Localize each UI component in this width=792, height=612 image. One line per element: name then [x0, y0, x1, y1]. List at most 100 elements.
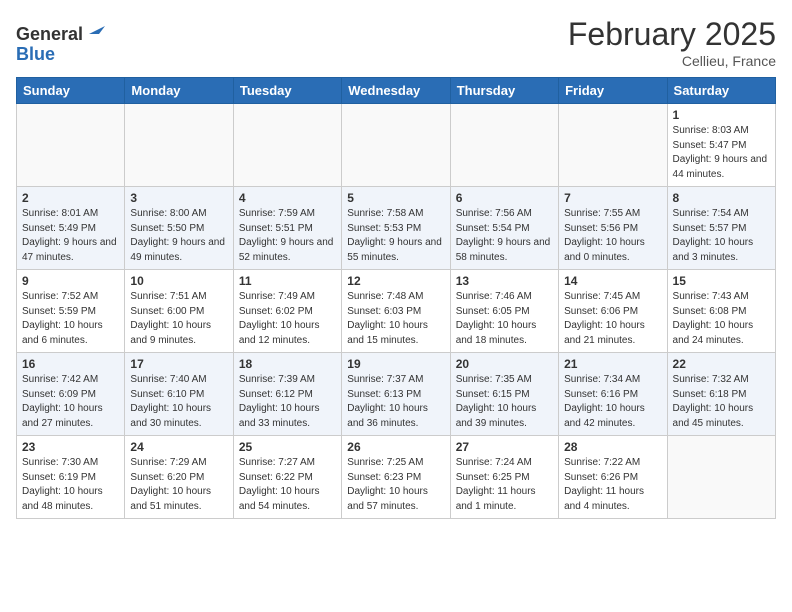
- calendar-day-cell: 17 Sunrise: 7:40 AM Sunset: 6:10 PM Dayli…: [125, 353, 233, 436]
- calendar-table: SundayMondayTuesdayWednesdayThursdayFrid…: [16, 77, 776, 519]
- day-number: 6: [456, 191, 553, 205]
- day-info: Sunrise: 7:55 AM Sunset: 5:56 PM Dayligh…: [564, 207, 661, 265]
- calendar-day-cell: 10Sunrise: 7:51 AM Sunset: 6:00 PM Dayli…: [125, 270, 233, 353]
- day-number: 2: [22, 191, 119, 205]
- day-info: Sunrise: 7:34 AM Sunset: 6:16 PM Dayligh…: [564, 373, 661, 431]
- day-number: 20: [456, 357, 553, 371]
- day-number: 27: [456, 440, 553, 454]
- day-number: 17: [130, 357, 227, 371]
- calendar-day-cell: [559, 104, 667, 187]
- calendar-day-cell: 4 Sunrise: 7:59 AM Sunset: 5:51 PM Daylig…: [233, 187, 341, 270]
- calendar-day-cell: 13 Sunrise: 7:46 AM Sunset: 6:05 PM Dayli…: [450, 270, 558, 353]
- calendar-day-cell: [125, 104, 233, 187]
- day-number: 9: [22, 274, 119, 288]
- calendar-day-cell: [233, 104, 341, 187]
- calendar-day-cell: 16 Sunrise: 7:42 AM Sunset: 6:09 PM Dayli…: [17, 353, 125, 436]
- title-block: February 2025 Cellieu, France: [568, 16, 776, 69]
- calendar-day-cell: 23 Sunrise: 7:30 AM Sunset: 6:19 PM Dayli…: [17, 436, 125, 519]
- day-number: 28: [564, 440, 661, 454]
- day-info: Sunrise: 7:35 AM Sunset: 6:15 PM Dayligh…: [456, 373, 553, 431]
- day-info: Sunrise: 7:54 AM Sunset: 5:57 PM Dayligh…: [673, 207, 770, 265]
- calendar-day-cell: 12 Sunrise: 7:48 AM Sunset: 6:03 PM Dayli…: [342, 270, 450, 353]
- day-info: Sunrise: 7:39 AM Sunset: 6:12 PM Dayligh…: [239, 373, 336, 431]
- day-info: Sunrise: 7:37 AM Sunset: 6:13 PM Dayligh…: [347, 373, 444, 431]
- day-number: 12: [347, 274, 444, 288]
- calendar-day-cell: 28 Sunrise: 7:22 AM Sunset: 6:26 PM Dayli…: [559, 436, 667, 519]
- month-title: February 2025: [568, 16, 776, 53]
- day-number: 15: [673, 274, 770, 288]
- day-number: 3: [130, 191, 227, 205]
- day-number: 22: [673, 357, 770, 371]
- day-info: Sunrise: 7:22 AM Sunset: 6:26 PM Dayligh…: [564, 456, 661, 514]
- day-info: Sunrise: 7:46 AM Sunset: 6:05 PM Dayligh…: [456, 290, 553, 348]
- day-number: 5: [347, 191, 444, 205]
- day-info: Sunrise: 7:29 AM Sunset: 6:20 PM Dayligh…: [130, 456, 227, 514]
- calendar-day-cell: 8 Sunrise: 7:54 AM Sunset: 5:57 PM Daylig…: [667, 187, 775, 270]
- day-info: Sunrise: 8:01 AM Sunset: 5:49 PM Dayligh…: [22, 207, 119, 265]
- day-info: Sunrise: 7:56 AM Sunset: 5:54 PM Dayligh…: [456, 207, 553, 265]
- calendar-week-row: 9 Sunrise: 7:52 AM Sunset: 5:59 PM Daylig…: [17, 270, 776, 353]
- day-info: Sunrise: 7:27 AM Sunset: 6:22 PM Dayligh…: [239, 456, 336, 514]
- weekday-header: Saturday: [667, 78, 775, 104]
- day-number: 25: [239, 440, 336, 454]
- calendar-day-cell: 20 Sunrise: 7:35 AM Sunset: 6:15 PM Dayli…: [450, 353, 558, 436]
- logo: General Blue: [16, 16, 109, 65]
- day-info: Sunrise: 7:52 AM Sunset: 5:59 PM Dayligh…: [22, 290, 119, 348]
- day-info: Sunrise: 7:51 AM Sunset: 6:00 PM Dayligh…: [130, 290, 227, 348]
- calendar-day-cell: 5Sunrise: 7:58 AM Sunset: 5:53 PM Daylig…: [342, 187, 450, 270]
- logo-icon: [85, 16, 109, 40]
- calendar-day-cell: 26Sunrise: 7:25 AM Sunset: 6:23 PM Dayli…: [342, 436, 450, 519]
- calendar-day-cell: 14 Sunrise: 7:45 AM Sunset: 6:06 PM Dayli…: [559, 270, 667, 353]
- logo-blue: Blue: [16, 44, 55, 64]
- calendar-week-row: 1 Sunrise: 8:03 AM Sunset: 5:47 PM Daylig…: [17, 104, 776, 187]
- calendar-day-cell: [17, 104, 125, 187]
- day-number: 7: [564, 191, 661, 205]
- day-info: Sunrise: 7:32 AM Sunset: 6:18 PM Dayligh…: [673, 373, 770, 431]
- calendar-day-cell: 11 Sunrise: 7:49 AM Sunset: 6:02 PM Dayli…: [233, 270, 341, 353]
- calendar-day-cell: 1 Sunrise: 8:03 AM Sunset: 5:47 PM Daylig…: [667, 104, 775, 187]
- day-number: 11: [239, 274, 336, 288]
- day-info: Sunrise: 7:59 AM Sunset: 5:51 PM Dayligh…: [239, 207, 336, 265]
- day-number: 21: [564, 357, 661, 371]
- day-number: 16: [22, 357, 119, 371]
- weekday-header-row: SundayMondayTuesdayWednesdayThursdayFrid…: [17, 78, 776, 104]
- calendar-day-cell: 21 Sunrise: 7:34 AM Sunset: 6:16 PM Dayli…: [559, 353, 667, 436]
- day-number: 26: [347, 440, 444, 454]
- weekday-header: Wednesday: [342, 78, 450, 104]
- day-info: Sunrise: 7:42 AM Sunset: 6:09 PM Dayligh…: [22, 373, 119, 431]
- calendar-day-cell: 6 Sunrise: 7:56 AM Sunset: 5:54 PM Daylig…: [450, 187, 558, 270]
- day-number: 8: [673, 191, 770, 205]
- calendar-day-cell: 7 Sunrise: 7:55 AM Sunset: 5:56 PM Daylig…: [559, 187, 667, 270]
- day-number: 1: [673, 108, 770, 122]
- day-number: 13: [456, 274, 553, 288]
- day-info: Sunrise: 7:45 AM Sunset: 6:06 PM Dayligh…: [564, 290, 661, 348]
- calendar-day-cell: 9 Sunrise: 7:52 AM Sunset: 5:59 PM Daylig…: [17, 270, 125, 353]
- day-info: Sunrise: 7:48 AM Sunset: 6:03 PM Dayligh…: [347, 290, 444, 348]
- location: Cellieu, France: [568, 53, 776, 69]
- calendar-week-row: 16 Sunrise: 7:42 AM Sunset: 6:09 PM Dayli…: [17, 353, 776, 436]
- calendar-day-cell: [667, 436, 775, 519]
- day-info: Sunrise: 8:03 AM Sunset: 5:47 PM Dayligh…: [673, 124, 770, 182]
- calendar-week-row: 23 Sunrise: 7:30 AM Sunset: 6:19 PM Dayli…: [17, 436, 776, 519]
- calendar-day-cell: 3Sunrise: 8:00 AM Sunset: 5:50 PM Daylig…: [125, 187, 233, 270]
- day-number: 4: [239, 191, 336, 205]
- calendar-day-cell: [450, 104, 558, 187]
- day-number: 14: [564, 274, 661, 288]
- weekday-header: Tuesday: [233, 78, 341, 104]
- calendar-day-cell: 24 Sunrise: 7:29 AM Sunset: 6:20 PM Dayli…: [125, 436, 233, 519]
- calendar-day-cell: 15Sunrise: 7:43 AM Sunset: 6:08 PM Dayli…: [667, 270, 775, 353]
- day-number: 18: [239, 357, 336, 371]
- weekday-header: Sunday: [17, 78, 125, 104]
- logo-general: General: [16, 24, 83, 44]
- day-info: Sunrise: 7:24 AM Sunset: 6:25 PM Dayligh…: [456, 456, 553, 514]
- calendar-day-cell: 2 Sunrise: 8:01 AM Sunset: 5:49 PM Daylig…: [17, 187, 125, 270]
- weekday-header: Thursday: [450, 78, 558, 104]
- calendar-day-cell: 25 Sunrise: 7:27 AM Sunset: 6:22 PM Dayli…: [233, 436, 341, 519]
- day-info: Sunrise: 7:40 AM Sunset: 6:10 PM Dayligh…: [130, 373, 227, 431]
- day-info: Sunrise: 7:49 AM Sunset: 6:02 PM Dayligh…: [239, 290, 336, 348]
- day-number: 24: [130, 440, 227, 454]
- calendar-day-cell: 19Sunrise: 7:37 AM Sunset: 6:13 PM Dayli…: [342, 353, 450, 436]
- day-info: Sunrise: 7:30 AM Sunset: 6:19 PM Dayligh…: [22, 456, 119, 514]
- calendar-day-cell: 22 Sunrise: 7:32 AM Sunset: 6:18 PM Dayli…: [667, 353, 775, 436]
- day-number: 23: [22, 440, 119, 454]
